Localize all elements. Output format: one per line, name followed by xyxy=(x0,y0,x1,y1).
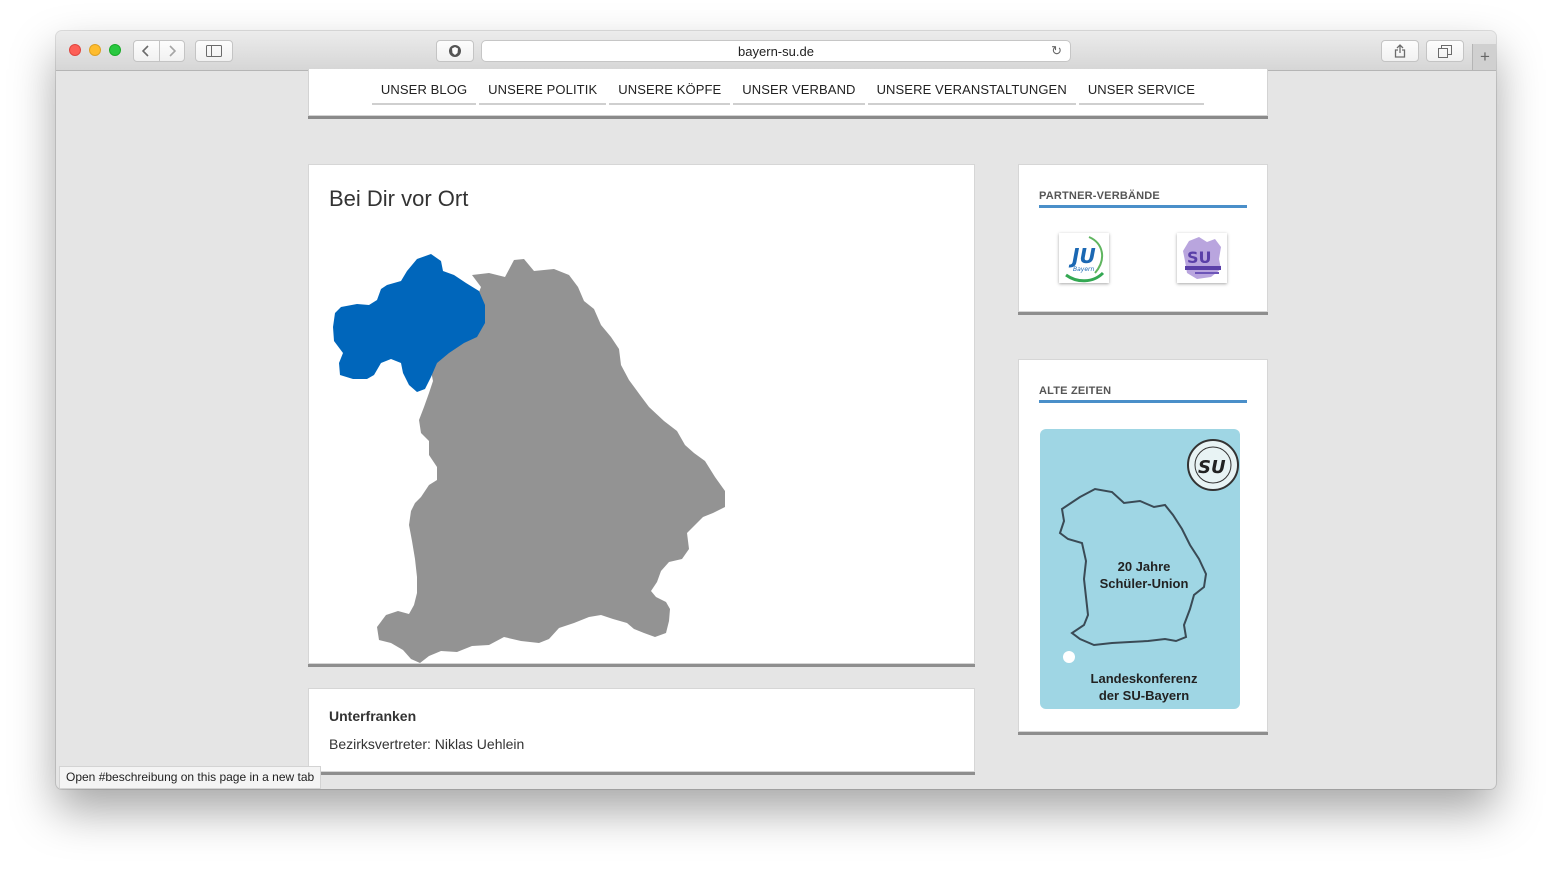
browser-window: bayern-su.de ↻ + UNSER BLOG UNSERE POLIT… xyxy=(56,31,1496,789)
main-navigation: UNSER BLOG UNSERE POLITIK UNSERE KÖPFE U… xyxy=(308,69,1268,116)
reload-icon[interactable]: ↻ xyxy=(1051,43,1062,59)
nav-item-politik[interactable]: UNSERE POLITIK xyxy=(479,79,607,105)
tabs-icon xyxy=(1438,44,1452,58)
page-title: Bei Dir vor Ort xyxy=(329,186,469,211)
tab-overview-button[interactable] xyxy=(1426,40,1464,62)
nav-item-koepfe[interactable]: UNSERE KÖPFE xyxy=(609,79,731,105)
share-button[interactable] xyxy=(1381,40,1419,62)
forward-button[interactable] xyxy=(158,41,185,61)
minimize-window-button[interactable] xyxy=(89,44,101,56)
nav-item-veranstaltungen[interactable]: UNSERE VERANSTALTUNGEN xyxy=(867,79,1076,105)
maximize-window-button[interactable] xyxy=(109,44,121,56)
nav-item-service[interactable]: UNSER SERVICE xyxy=(1078,79,1205,105)
su-logo-image: SU xyxy=(1183,237,1221,279)
poster-line1: 20 Jahre xyxy=(1118,559,1171,574)
back-button[interactable] xyxy=(134,41,159,61)
old-times-widget-title: ALTE ZEITEN xyxy=(1039,385,1247,403)
page-content: UNSER BLOG UNSERE POLITIK UNSERE KÖPFE U… xyxy=(56,69,1496,789)
history-nav xyxy=(133,40,185,62)
plus-icon: + xyxy=(1480,47,1490,66)
su-deutschland-logo[interactable]: SU xyxy=(1177,233,1227,283)
poster-line2: Schüler-Union xyxy=(1100,576,1189,591)
sidebar-icon xyxy=(206,45,222,57)
poster-graphic: SU 20 Jahre Schüler-Union Landeskonferen… xyxy=(1040,429,1240,709)
new-tab-button[interactable]: + xyxy=(1472,44,1496,70)
share-icon xyxy=(1394,44,1406,58)
su-logo-letters: SU xyxy=(1187,248,1212,267)
bavaria-map xyxy=(333,254,725,663)
ju-logo-letters: JU xyxy=(1068,244,1096,268)
partner-widget: PARTNER-VERBÄNDE JU Bayern SU xyxy=(1018,164,1268,312)
sidebar-toggle-button[interactable] xyxy=(195,40,233,62)
ju-logo-image: JU Bayern xyxy=(1065,236,1105,283)
svg-text:Bayern: Bayern xyxy=(1073,266,1095,273)
url-text: bayern-su.de xyxy=(738,43,814,59)
link-status-bar: Open #beschreibung on this page in a new… xyxy=(59,766,322,789)
district-description-card: Unterfranken Bezirksvertreter: Niklas Ue… xyxy=(308,688,975,772)
ju-bayern-logo[interactable]: JU Bayern xyxy=(1059,233,1109,283)
close-window-button[interactable] xyxy=(69,44,81,56)
privacy-report-button[interactable] xyxy=(436,40,474,62)
address-bar[interactable]: bayern-su.de ↻ xyxy=(481,40,1071,62)
menu-list: UNSER BLOG UNSERE POLITIK UNSERE KÖPFE U… xyxy=(309,79,1267,105)
chevron-left-icon xyxy=(142,45,149,57)
poster-badge: SU xyxy=(1198,457,1226,478)
conference-poster-image[interactable]: SU 20 Jahre Schüler-Union Landeskonferen… xyxy=(1040,429,1240,709)
old-times-widget: ALTE ZEITEN SU 20 Jahre Schüler-Union La… xyxy=(1018,359,1268,732)
browser-toolbar: bayern-su.de ↻ + xyxy=(56,31,1496,71)
nav-item-verband[interactable]: UNSER VERBAND xyxy=(733,79,865,105)
chevron-right-icon xyxy=(169,45,176,57)
poster-line4: der SU-Bayern xyxy=(1099,688,1189,703)
district-name: Unterfranken xyxy=(329,708,417,724)
nav-item-blog[interactable]: UNSER BLOG xyxy=(371,79,477,105)
shield-icon xyxy=(449,45,461,57)
district-representative: Bezirksvertreter: Niklas Uehlein xyxy=(329,736,525,752)
local-map-card: Bei Dir vor Ort xyxy=(308,164,975,664)
partner-widget-title: PARTNER-VERBÄNDE xyxy=(1039,190,1247,208)
poster-line3: Landeskonferenz xyxy=(1091,671,1198,686)
